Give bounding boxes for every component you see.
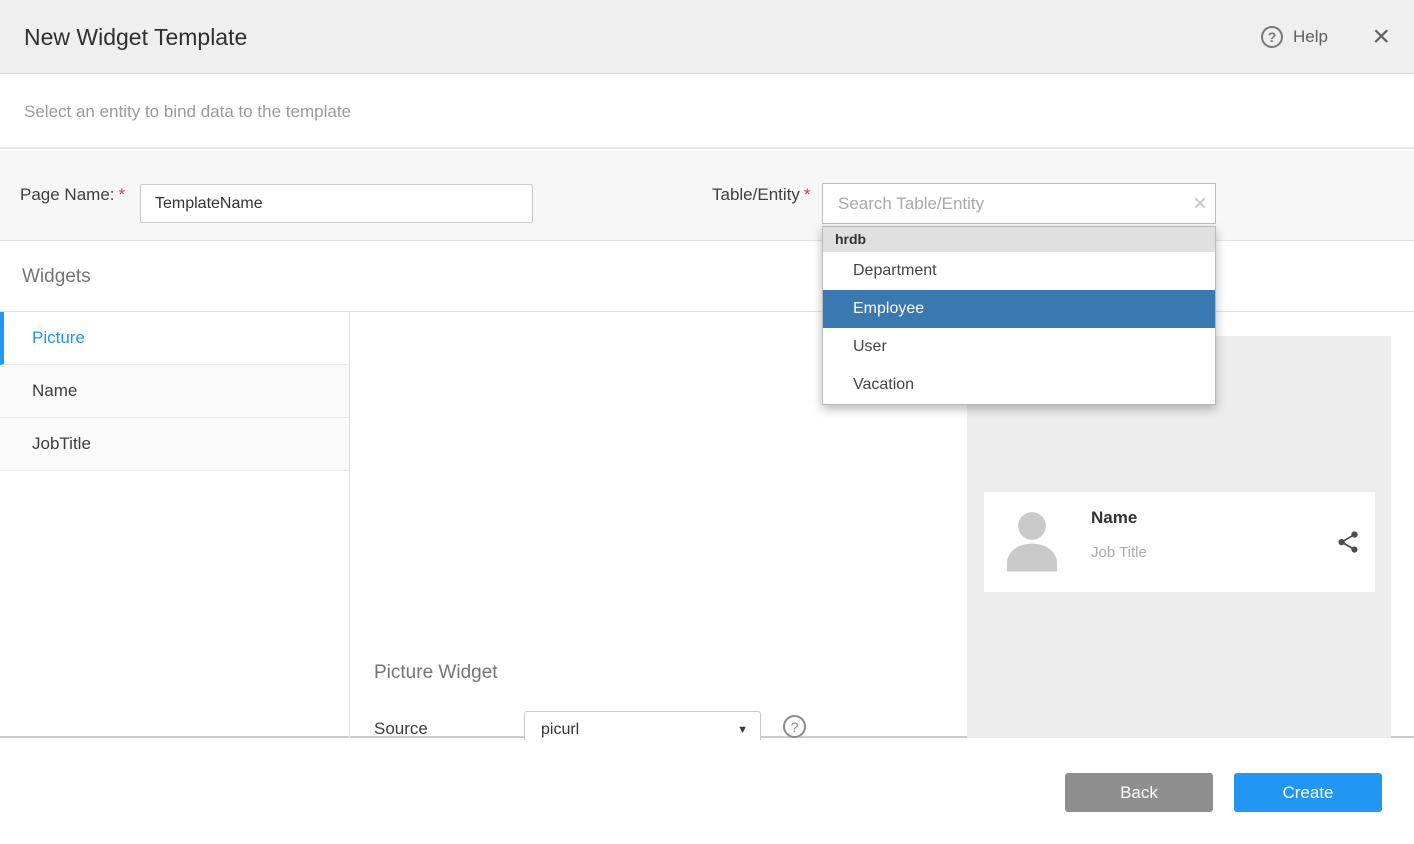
source-label: Source [374, 719, 428, 739]
widget-sidebar: Picture Name JobTitle [0, 312, 350, 738]
create-button[interactable]: Create [1234, 773, 1382, 812]
required-marker: * [119, 185, 126, 204]
sidebar-item-picture[interactable]: Picture [0, 312, 349, 365]
table-entity-search-input[interactable] [823, 184, 1215, 223]
table-entity-searchbox[interactable]: × [822, 183, 1216, 224]
preview-jobtitle-text: Job Title [1091, 544, 1147, 561]
close-icon[interactable]: × [1372, 0, 1390, 74]
dialog-footer: Back Create [0, 740, 1414, 844]
widget-editor-title: Picture Widget [374, 662, 498, 684]
back-button[interactable]: Back [1065, 773, 1213, 812]
help-button[interactable]: ? Help [1261, 0, 1328, 74]
page-title: New Widget Template [24, 0, 247, 74]
dropdown-item-department[interactable]: Department [823, 252, 1215, 290]
dialog-header: New Widget Template ? Help × [0, 0, 1414, 74]
source-help-icon[interactable]: ? [783, 715, 806, 738]
table-entity-label: Table/Entity* [712, 185, 811, 205]
dropdown-item-employee[interactable]: Employee [823, 290, 1215, 328]
help-icon[interactable]: ? [1261, 26, 1283, 48]
help-label[interactable]: Help [1293, 27, 1328, 47]
clear-icon[interactable]: × [1193, 184, 1207, 223]
preview-name-text: Name [1091, 508, 1137, 528]
preview-card: Name Job Title [984, 492, 1375, 592]
source-select-value: picurl [541, 721, 579, 738]
widgets-section-title: Widgets [22, 242, 91, 312]
dropdown-item-vacation[interactable]: Vacation [823, 366, 1215, 404]
page-name-label: Page Name:* [20, 185, 125, 205]
subtitle-text: Select an entity to bind data to the tem… [24, 75, 351, 149]
subtitle-row: Select an entity to bind data to the tem… [0, 75, 1414, 149]
share-icon [1335, 528, 1361, 561]
sidebar-item-name[interactable]: Name [0, 365, 349, 418]
avatar-placeholder-icon [1000, 504, 1064, 585]
dropdown-group-hrdb: hrdb [823, 227, 1215, 252]
required-marker: * [804, 185, 811, 204]
new-widget-template-dialog: New Widget Template ? Help × Select an e… [0, 0, 1414, 844]
sidebar-item-jobtitle[interactable]: JobTitle [0, 418, 349, 471]
page-name-input[interactable] [140, 184, 533, 223]
dropdown-item-user[interactable]: User [823, 328, 1215, 366]
table-entity-dropdown: hrdb Department Employee User Vacation [822, 226, 1216, 405]
